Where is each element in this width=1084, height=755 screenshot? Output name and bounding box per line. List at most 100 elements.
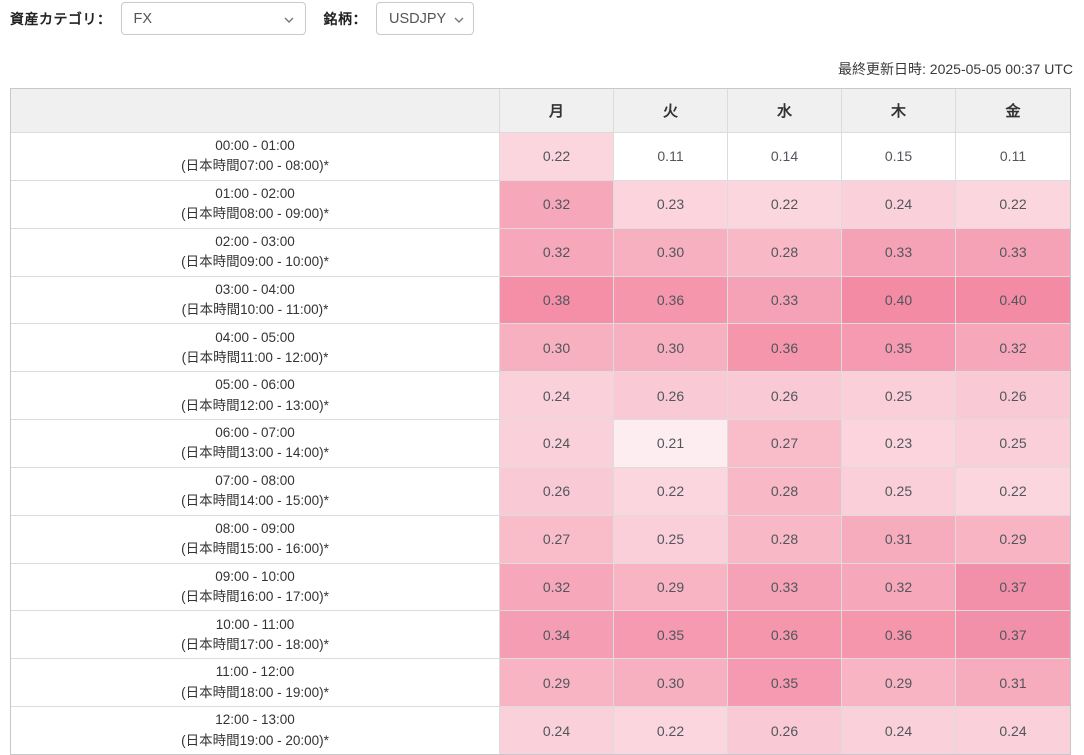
- heatmap-value-cell: 0.28: [728, 468, 842, 515]
- table-row: 05:00 - 06:00(日本時間12:00 - 13:00)*0.240.2…: [11, 371, 1070, 419]
- time-cell: 01:00 - 02:00(日本時間08:00 - 09:00)*: [11, 181, 500, 228]
- heatmap-value-cell: 0.29: [500, 659, 614, 706]
- last-updated-timestamp: 最終更新日時: 2025-05-05 00:37 UTC: [0, 61, 1084, 77]
- table-row: 01:00 - 02:00(日本時間08:00 - 09:00)*0.320.2…: [11, 180, 1070, 228]
- time-cell: 11:00 - 12:00(日本時間18:00 - 19:00)*: [11, 659, 500, 706]
- heatmap-value-cell: 0.35: [728, 659, 842, 706]
- day-header: 金: [956, 89, 1070, 132]
- heatmap-value-cell: 0.23: [842, 420, 956, 467]
- time-utc-label: 06:00 - 07:00: [215, 423, 295, 443]
- heatmap-value-cell: 0.40: [842, 277, 956, 324]
- table-row: 12:00 - 13:00(日本時間19:00 - 20:00)*0.240.2…: [11, 706, 1070, 754]
- heatmap-value-cell: 0.35: [842, 324, 956, 371]
- time-jst-label: (日本時間15:00 - 16:00)*: [181, 539, 329, 559]
- table-row: 09:00 - 10:00(日本時間16:00 - 17:00)*0.320.2…: [11, 563, 1070, 611]
- heatmap-value-cell: 0.25: [842, 468, 956, 515]
- heatmap-value-cell: 0.33: [728, 564, 842, 611]
- time-utc-label: 11:00 - 12:00: [216, 662, 295, 682]
- time-cell: 12:00 - 13:00(日本時間19:00 - 20:00)*: [11, 707, 500, 754]
- time-cell: 08:00 - 09:00(日本時間15:00 - 16:00)*: [11, 516, 500, 563]
- heatmap-value-cell: 0.24: [842, 707, 956, 754]
- chevron-down-icon: [284, 11, 294, 27]
- time-cell: 06:00 - 07:00(日本時間13:00 - 14:00)*: [11, 420, 500, 467]
- filter-bar: 資産カテゴリ： FX 銘柄： USDJPY: [0, 0, 1084, 36]
- heatmap-value-cell: 0.27: [500, 516, 614, 563]
- asset-category-value: FX: [134, 11, 153, 27]
- time-jst-label: (日本時間11:00 - 12:00)*: [182, 348, 329, 368]
- time-jst-label: (日本時間16:00 - 17:00)*: [181, 587, 329, 607]
- table-row: 00:00 - 01:00(日本時間07:00 - 08:00)*0.220.1…: [11, 132, 1070, 180]
- heatmap-value-cell: 0.11: [614, 133, 728, 180]
- heatmap-value-cell: 0.30: [500, 324, 614, 371]
- heatmap-value-cell: 0.24: [956, 707, 1070, 754]
- time-utc-label: 00:00 - 01:00: [215, 136, 295, 156]
- heatmap-value-cell: 0.32: [842, 564, 956, 611]
- corner-cell: [11, 89, 500, 132]
- time-utc-label: 01:00 - 02:00: [215, 184, 295, 204]
- time-utc-label: 04:00 - 05:00: [215, 328, 295, 348]
- symbol-select[interactable]: USDJPY: [376, 2, 474, 35]
- heatmap-value-cell: 0.22: [956, 181, 1070, 228]
- symbol-label: 銘柄：: [324, 9, 368, 29]
- day-header: 木: [842, 89, 956, 132]
- heatmap-value-cell: 0.26: [500, 468, 614, 515]
- table-row: 04:00 - 05:00(日本時間11:00 - 12:00)*0.300.3…: [11, 323, 1070, 371]
- time-cell: 00:00 - 01:00(日本時間07:00 - 08:00)*: [11, 133, 500, 180]
- heatmap-value-cell: 0.24: [500, 372, 614, 419]
- time-cell: 03:00 - 04:00(日本時間10:00 - 11:00)*: [11, 277, 500, 324]
- heatmap-value-cell: 0.25: [842, 372, 956, 419]
- heatmap-value-cell: 0.31: [956, 659, 1070, 706]
- heatmap-value-cell: 0.29: [956, 516, 1070, 563]
- table-row: 03:00 - 04:00(日本時間10:00 - 11:00)*0.380.3…: [11, 276, 1070, 324]
- time-cell: 04:00 - 05:00(日本時間11:00 - 12:00)*: [11, 324, 500, 371]
- day-header: 月: [500, 89, 614, 132]
- time-jst-label: (日本時間07:00 - 08:00)*: [181, 156, 329, 176]
- time-jst-label: (日本時間13:00 - 14:00)*: [181, 443, 329, 463]
- heatmap-value-cell: 0.34: [500, 611, 614, 658]
- time-jst-label: (日本時間09:00 - 10:00)*: [181, 252, 329, 272]
- asset-category-select[interactable]: FX: [121, 2, 306, 35]
- heatmap-value-cell: 0.22: [614, 707, 728, 754]
- time-utc-label: 07:00 - 08:00: [215, 471, 295, 491]
- time-jst-label: (日本時間19:00 - 20:00)*: [181, 731, 329, 751]
- heatmap-value-cell: 0.33: [842, 229, 956, 276]
- heatmap-value-cell: 0.37: [956, 611, 1070, 658]
- time-cell: 07:00 - 08:00(日本時間14:00 - 15:00)*: [11, 468, 500, 515]
- time-utc-label: 02:00 - 03:00: [215, 232, 295, 252]
- heatmap-value-cell: 0.25: [956, 420, 1070, 467]
- time-utc-label: 10:00 - 11:00: [216, 615, 295, 635]
- heatmap-value-cell: 0.35: [614, 611, 728, 658]
- heatmap-value-cell: 0.28: [728, 229, 842, 276]
- time-jst-label: (日本時間18:00 - 19:00)*: [181, 683, 329, 703]
- heatmap-value-cell: 0.32: [500, 564, 614, 611]
- heatmap-value-cell: 0.33: [956, 229, 1070, 276]
- time-cell: 05:00 - 06:00(日本時間12:00 - 13:00)*: [11, 372, 500, 419]
- table-header-row: 月火水木金: [11, 89, 1070, 132]
- heatmap-value-cell: 0.24: [500, 707, 614, 754]
- time-utc-label: 12:00 - 13:00: [215, 710, 295, 730]
- heatmap-value-cell: 0.26: [728, 372, 842, 419]
- volatility-heatmap-table: 月火水木金 00:00 - 01:00(日本時間07:00 - 08:00)*0…: [10, 88, 1071, 755]
- heatmap-value-cell: 0.30: [614, 659, 728, 706]
- heatmap-value-cell: 0.29: [614, 564, 728, 611]
- heatmap-value-cell: 0.36: [728, 611, 842, 658]
- time-jst-label: (日本時間08:00 - 09:00)*: [181, 204, 329, 224]
- heatmap-value-cell: 0.25: [614, 516, 728, 563]
- time-cell: 10:00 - 11:00(日本時間17:00 - 18:00)*: [11, 611, 500, 658]
- heatmap-value-cell: 0.22: [956, 468, 1070, 515]
- chevron-down-icon: [454, 11, 464, 27]
- time-jst-label: (日本時間17:00 - 18:00)*: [181, 635, 329, 655]
- table-row: 02:00 - 03:00(日本時間09:00 - 10:00)*0.320.3…: [11, 228, 1070, 276]
- time-cell: 09:00 - 10:00(日本時間16:00 - 17:00)*: [11, 564, 500, 611]
- heatmap-value-cell: 0.26: [956, 372, 1070, 419]
- heatmap-value-cell: 0.32: [500, 181, 614, 228]
- table-row: 08:00 - 09:00(日本時間15:00 - 16:00)*0.270.2…: [11, 515, 1070, 563]
- table-row: 11:00 - 12:00(日本時間18:00 - 19:00)*0.290.3…: [11, 658, 1070, 706]
- heatmap-value-cell: 0.37: [956, 564, 1070, 611]
- symbol-value: USDJPY: [389, 11, 446, 27]
- heatmap-value-cell: 0.26: [614, 372, 728, 419]
- heatmap-value-cell: 0.14: [728, 133, 842, 180]
- heatmap-value-cell: 0.24: [500, 420, 614, 467]
- heatmap-value-cell: 0.21: [614, 420, 728, 467]
- day-header: 火: [614, 89, 728, 132]
